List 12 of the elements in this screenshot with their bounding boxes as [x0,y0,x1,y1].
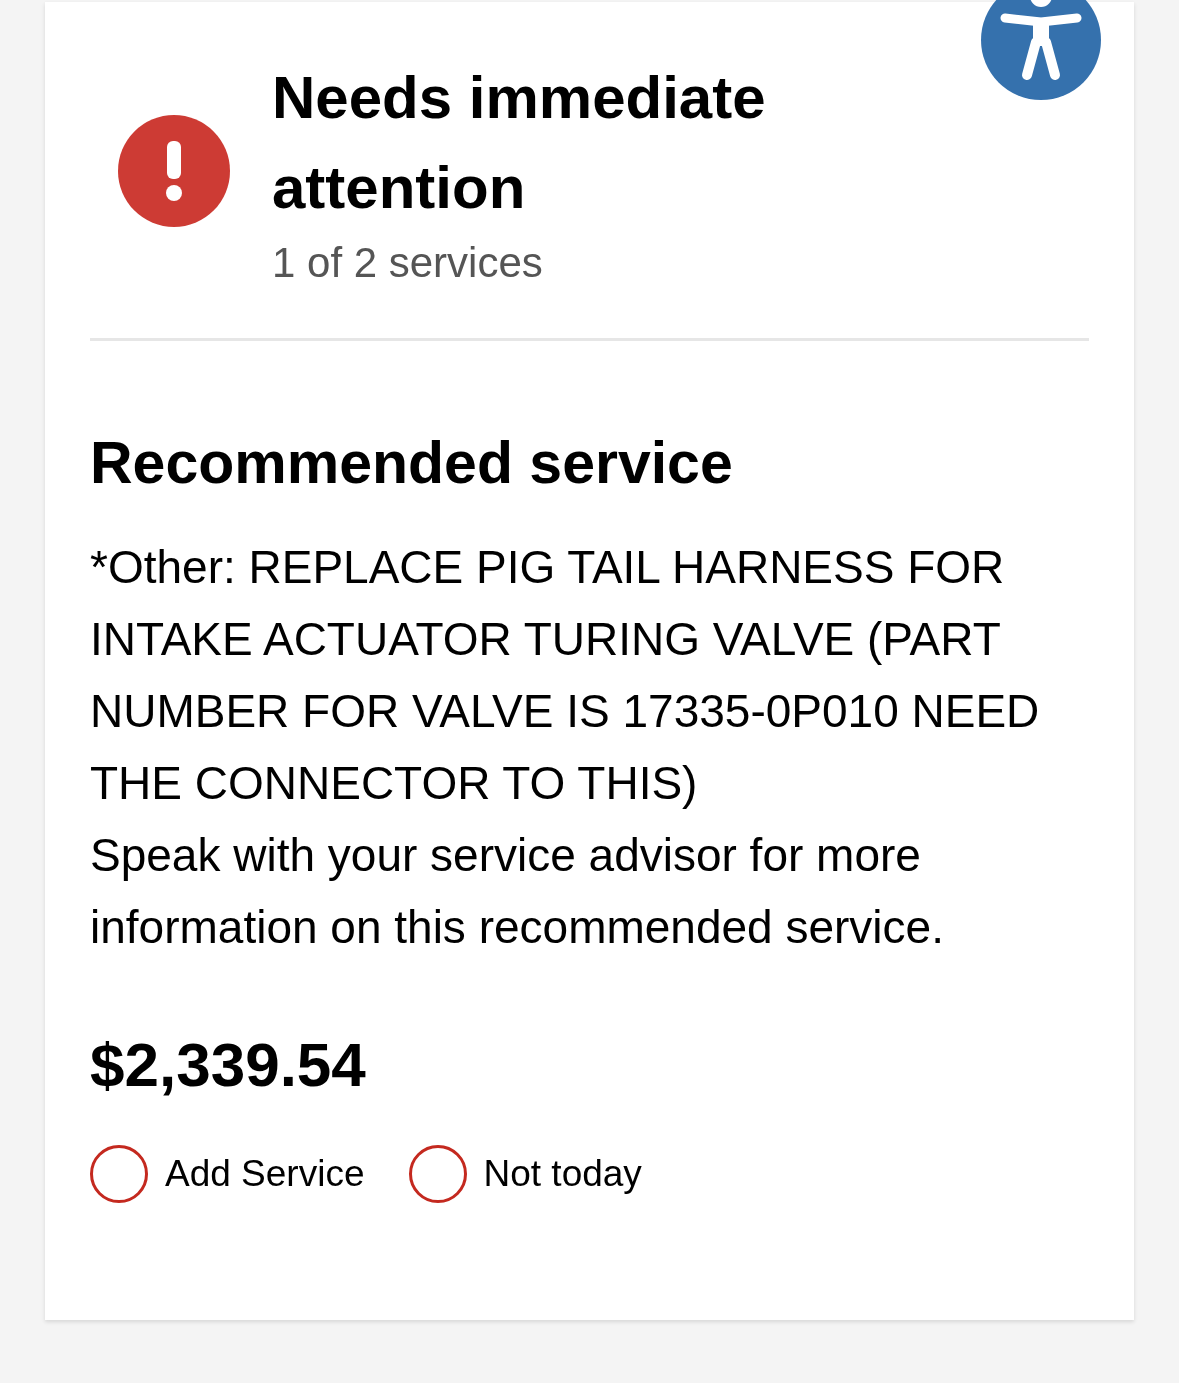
service-price: $2,339.54 [90,1030,367,1100]
option-label[interactable]: Not today [483,1152,642,1196]
radio-button[interactable] [408,1145,467,1203]
alert-icon [118,114,230,227]
radio-button[interactable] [90,1145,148,1203]
section-heading: Recommended service [90,429,734,498]
option-label[interactable]: Add Service [165,1152,365,1196]
advisor-note: Speak with your service advisor for more information on this recommended service. [90,828,945,955]
service-count: 1 of 2 services [272,238,544,288]
status-title: Needs immediate attention [272,63,767,223]
service-description: *Other: REPLACE PIG TAIL HARNESS FOR INTAKE ACTUATOR TURING VALVE (PART NUMBER FOR VALVE IS 17335-0P010 NEED THE CONNECTOR TO THIS) [90,540,1041,811]
accessibility-icon[interactable] [981,0,1101,100]
